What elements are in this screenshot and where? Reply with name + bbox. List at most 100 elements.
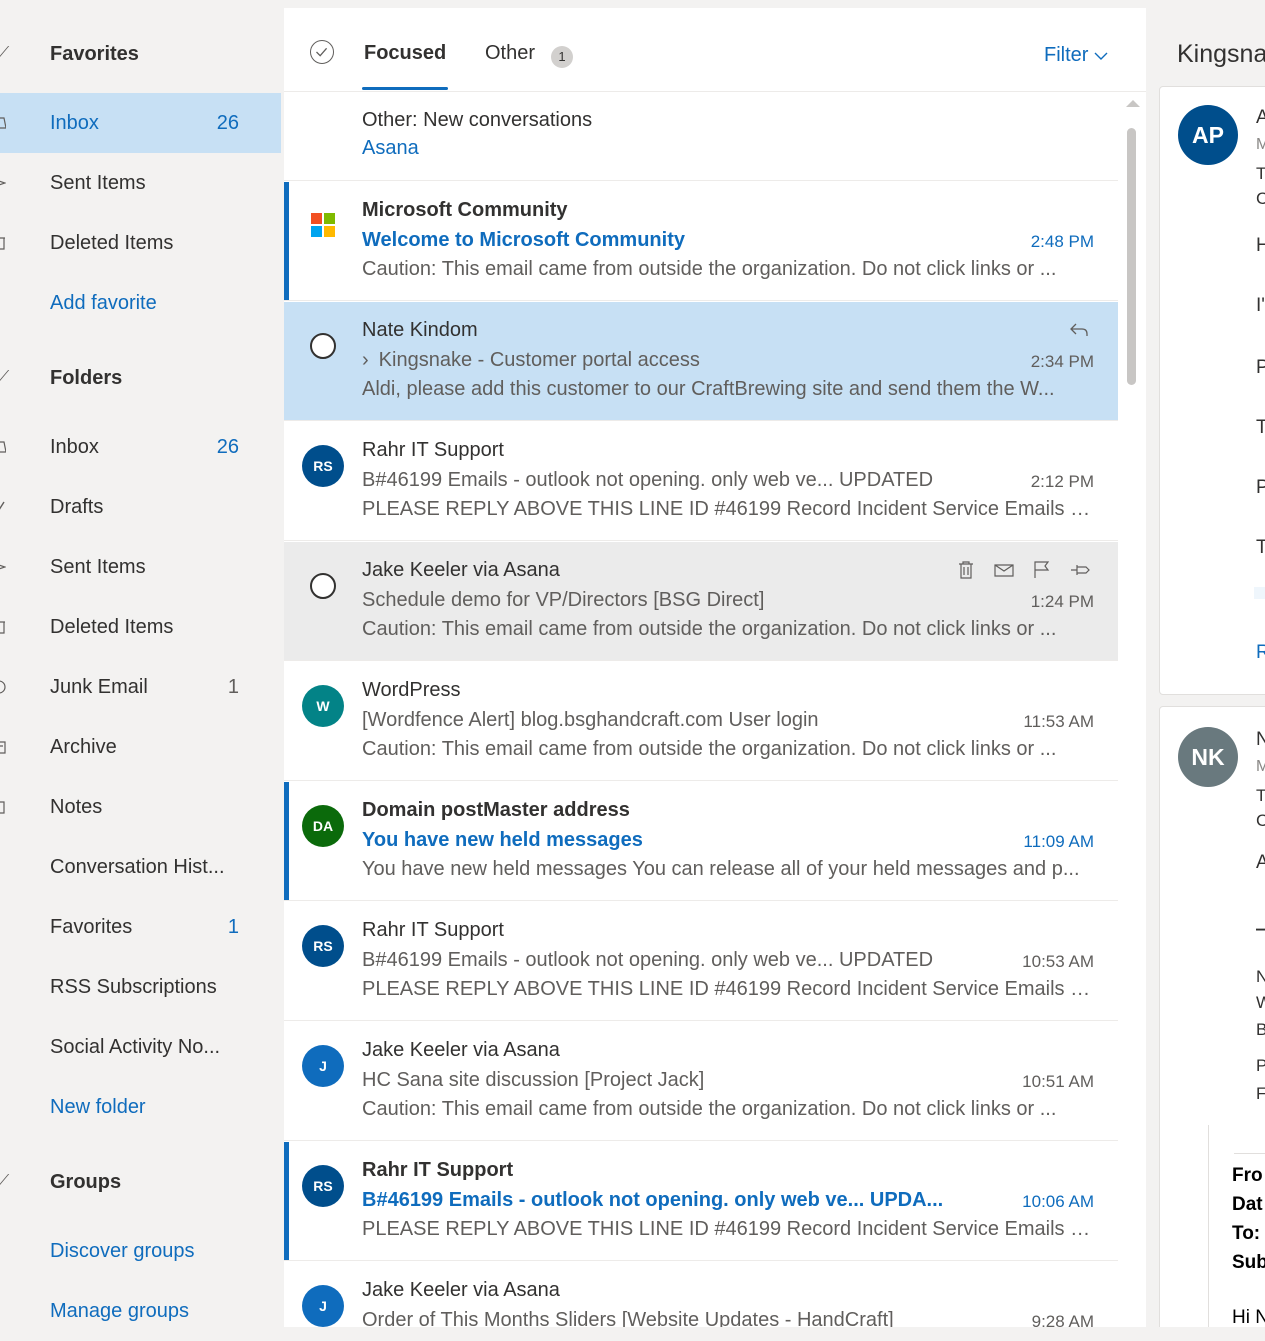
delete-icon[interactable] bbox=[954, 558, 978, 582]
pin-icon[interactable] bbox=[1068, 558, 1092, 582]
other-new-conversations-banner[interactable]: Other: New conversations Asana bbox=[284, 92, 1118, 181]
message-time: 10:53 AM bbox=[1022, 952, 1094, 971]
message-row[interactable]: W WordPress [Wordfence Alert] blog.bsgha… bbox=[284, 662, 1118, 781]
message-time: 1:24 PM bbox=[1030, 592, 1094, 611]
select-radio[interactable] bbox=[310, 333, 336, 359]
message-preview: PLEASE REPLY ABOVE THIS LINE ID #46199 R… bbox=[362, 978, 1096, 1000]
folder-item-sent[interactable]: Sent Items bbox=[0, 537, 281, 597]
folder-item-deleted[interactable]: Deleted Items bbox=[0, 597, 281, 657]
banner-title: Other: New conversations bbox=[362, 109, 593, 131]
message-row[interactable]: J Jake Keeler via Asana HC Sana site dis… bbox=[284, 1022, 1118, 1141]
trash-icon bbox=[0, 621, 5, 634]
message-sender: WordPress bbox=[362, 679, 461, 701]
message-row[interactable]: DA Domain postMaster address You have ne… bbox=[284, 782, 1118, 901]
cc-line: C bbox=[1256, 811, 1265, 830]
sender-name: N bbox=[1256, 729, 1265, 750]
message-preview: Caution: This email came from outside th… bbox=[362, 618, 1057, 640]
message-row[interactable]: RS Rahr IT Support B#46199 Emails - outl… bbox=[284, 1142, 1118, 1261]
folder-item-favorites[interactable]: Favorites 1 bbox=[0, 897, 281, 957]
new-folder-label: New folder bbox=[50, 1095, 146, 1118]
flag-icon[interactable] bbox=[1030, 558, 1054, 582]
message-rows: Other: New conversations Asana Microsoft… bbox=[284, 92, 1118, 1327]
message-preview: Caution: This email came from outside th… bbox=[362, 258, 1057, 280]
message-row[interactable]: RS Rahr IT Support B#46199 Emails - outl… bbox=[284, 422, 1118, 541]
message-row-selected[interactable]: Nate Kindom › Kingsnake - Customer portal… bbox=[284, 302, 1118, 421]
reading-pane: Kingsna AP A M T C H I' P T P T R NK N M… bbox=[1146, 0, 1265, 1327]
avatar: RS bbox=[302, 925, 344, 967]
folders-heading: Folders bbox=[50, 366, 123, 389]
chevron-right-icon[interactable]: › bbox=[362, 349, 369, 371]
scroll-up-arrow-icon[interactable] bbox=[1126, 100, 1140, 107]
favorites-section-header[interactable]: ⟋ Favorites bbox=[0, 24, 281, 84]
folders-section-header[interactable]: ⟋ Folders bbox=[0, 348, 281, 408]
message-sender: Domain postMaster address bbox=[362, 799, 630, 821]
favorites-item-deleted[interactable]: Deleted Items bbox=[0, 213, 281, 273]
trash-icon bbox=[0, 237, 5, 250]
chevron-icon[interactable]: ⟋ bbox=[0, 45, 9, 63]
folder-item-conversation-history[interactable]: Conversation Hist... bbox=[0, 837, 281, 897]
nav-item-label: Deleted Items bbox=[50, 231, 174, 254]
discover-groups-link[interactable]: Discover groups bbox=[0, 1221, 281, 1281]
message-subject-wrap: › Kingsnake - Customer portal access bbox=[362, 349, 700, 372]
reply-link[interactable]: R bbox=[1256, 642, 1265, 664]
banner-sender-link[interactable]: Asana bbox=[362, 137, 419, 160]
blocked-icon bbox=[0, 680, 6, 694]
conversation-subject: Kingsna bbox=[1177, 40, 1265, 68]
message-sender: Jake Keeler via Asana bbox=[362, 1039, 560, 1061]
favorites-heading: Favorites bbox=[50, 42, 139, 65]
message-list-header: Focused Other 1 Filter bbox=[284, 8, 1146, 92]
groups-section-header[interactable]: ⟋ Groups bbox=[0, 1152, 281, 1212]
quick-actions bbox=[954, 558, 1092, 582]
favorites-item-inbox[interactable]: Inbox 26 bbox=[0, 93, 281, 153]
folder-item-inbox[interactable]: Inbox 26 bbox=[0, 417, 281, 477]
attachment-chip[interactable] bbox=[1254, 587, 1265, 599]
body-line: T bbox=[1256, 537, 1265, 558]
archive-icon bbox=[0, 741, 6, 754]
folder-item-archive[interactable]: Archive bbox=[0, 717, 281, 777]
message-list: Focused Other 1 Filter Other: New conver… bbox=[284, 8, 1146, 1327]
body-line: A bbox=[1256, 852, 1265, 873]
folder-item-notes[interactable]: Notes bbox=[0, 777, 281, 837]
message-subject: Order of This Months Sliders [Website Up… bbox=[362, 1309, 894, 1327]
chevron-icon[interactable]: ⟋ bbox=[0, 1173, 9, 1191]
reply-icon[interactable] bbox=[1068, 319, 1090, 341]
folder-item-junk[interactable]: Junk Email 1 bbox=[0, 657, 281, 717]
body-line: P bbox=[1256, 357, 1265, 378]
select-all-checkbox[interactable] bbox=[310, 40, 334, 64]
tab-focused[interactable]: Focused bbox=[361, 42, 449, 90]
message-time: 10:06 AM bbox=[1022, 1192, 1094, 1211]
folder-item-drafts[interactable]: Drafts bbox=[0, 477, 281, 537]
scrollbar-thumb[interactable] bbox=[1127, 128, 1136, 385]
new-folder-link[interactable]: New folder bbox=[0, 1077, 281, 1137]
tab-other[interactable]: Other bbox=[485, 42, 535, 65]
mark-read-icon[interactable] bbox=[992, 558, 1016, 582]
add-favorite-link[interactable]: Add favorite bbox=[0, 273, 281, 333]
message-preview: PLEASE REPLY ABOVE THIS LINE ID #46199 R… bbox=[362, 498, 1096, 520]
manage-groups-link[interactable]: Manage groups bbox=[0, 1281, 281, 1341]
message-card[interactable]: AP A M T C H I' P T P T R bbox=[1159, 86, 1265, 695]
sender-name: A bbox=[1256, 107, 1265, 128]
nav-item-label: Notes bbox=[50, 795, 103, 818]
select-radio[interactable] bbox=[310, 573, 336, 599]
filter-button[interactable]: Filter bbox=[1044, 44, 1108, 67]
avatar: W bbox=[302, 685, 344, 727]
signature-line: N bbox=[1256, 967, 1265, 986]
folder-item-rss[interactable]: RSS Subscriptions bbox=[0, 957, 281, 1017]
nav-item-label: RSS Subscriptions bbox=[50, 975, 217, 998]
message-subject: Kingsnake - Customer portal access bbox=[378, 349, 700, 371]
message-subject: [Wordfence Alert] blog.bsghandcraft.com … bbox=[362, 709, 819, 731]
message-list-scrollbar[interactable] bbox=[1118, 92, 1146, 1327]
message-row-hover[interactable]: Jake Keeler via Asana Schedule demo for … bbox=[284, 542, 1118, 661]
message-row[interactable]: J Jake Keeler via Asana Order of This Mo… bbox=[284, 1262, 1118, 1327]
chevron-down-icon bbox=[1094, 52, 1108, 60]
nav-item-label: Social Activity No... bbox=[50, 1035, 221, 1058]
folder-item-social-activity[interactable]: Social Activity No... bbox=[0, 1017, 281, 1077]
message-row[interactable]: Microsoft Community Welcome to Microsoft… bbox=[284, 182, 1118, 301]
message-card[interactable]: NK N M T C A — N W B P F Fro Dat To: Sub… bbox=[1159, 706, 1265, 1327]
nav-item-label: Sent Items bbox=[50, 171, 146, 194]
message-time: 2:34 PM bbox=[1030, 352, 1094, 371]
chevron-icon[interactable]: ⟋ bbox=[0, 369, 9, 387]
favorites-item-sent[interactable]: Sent Items bbox=[0, 153, 281, 213]
message-time: 11:53 AM bbox=[1023, 712, 1094, 731]
message-row[interactable]: RS Rahr IT Support B#46199 Emails - outl… bbox=[284, 902, 1118, 1021]
